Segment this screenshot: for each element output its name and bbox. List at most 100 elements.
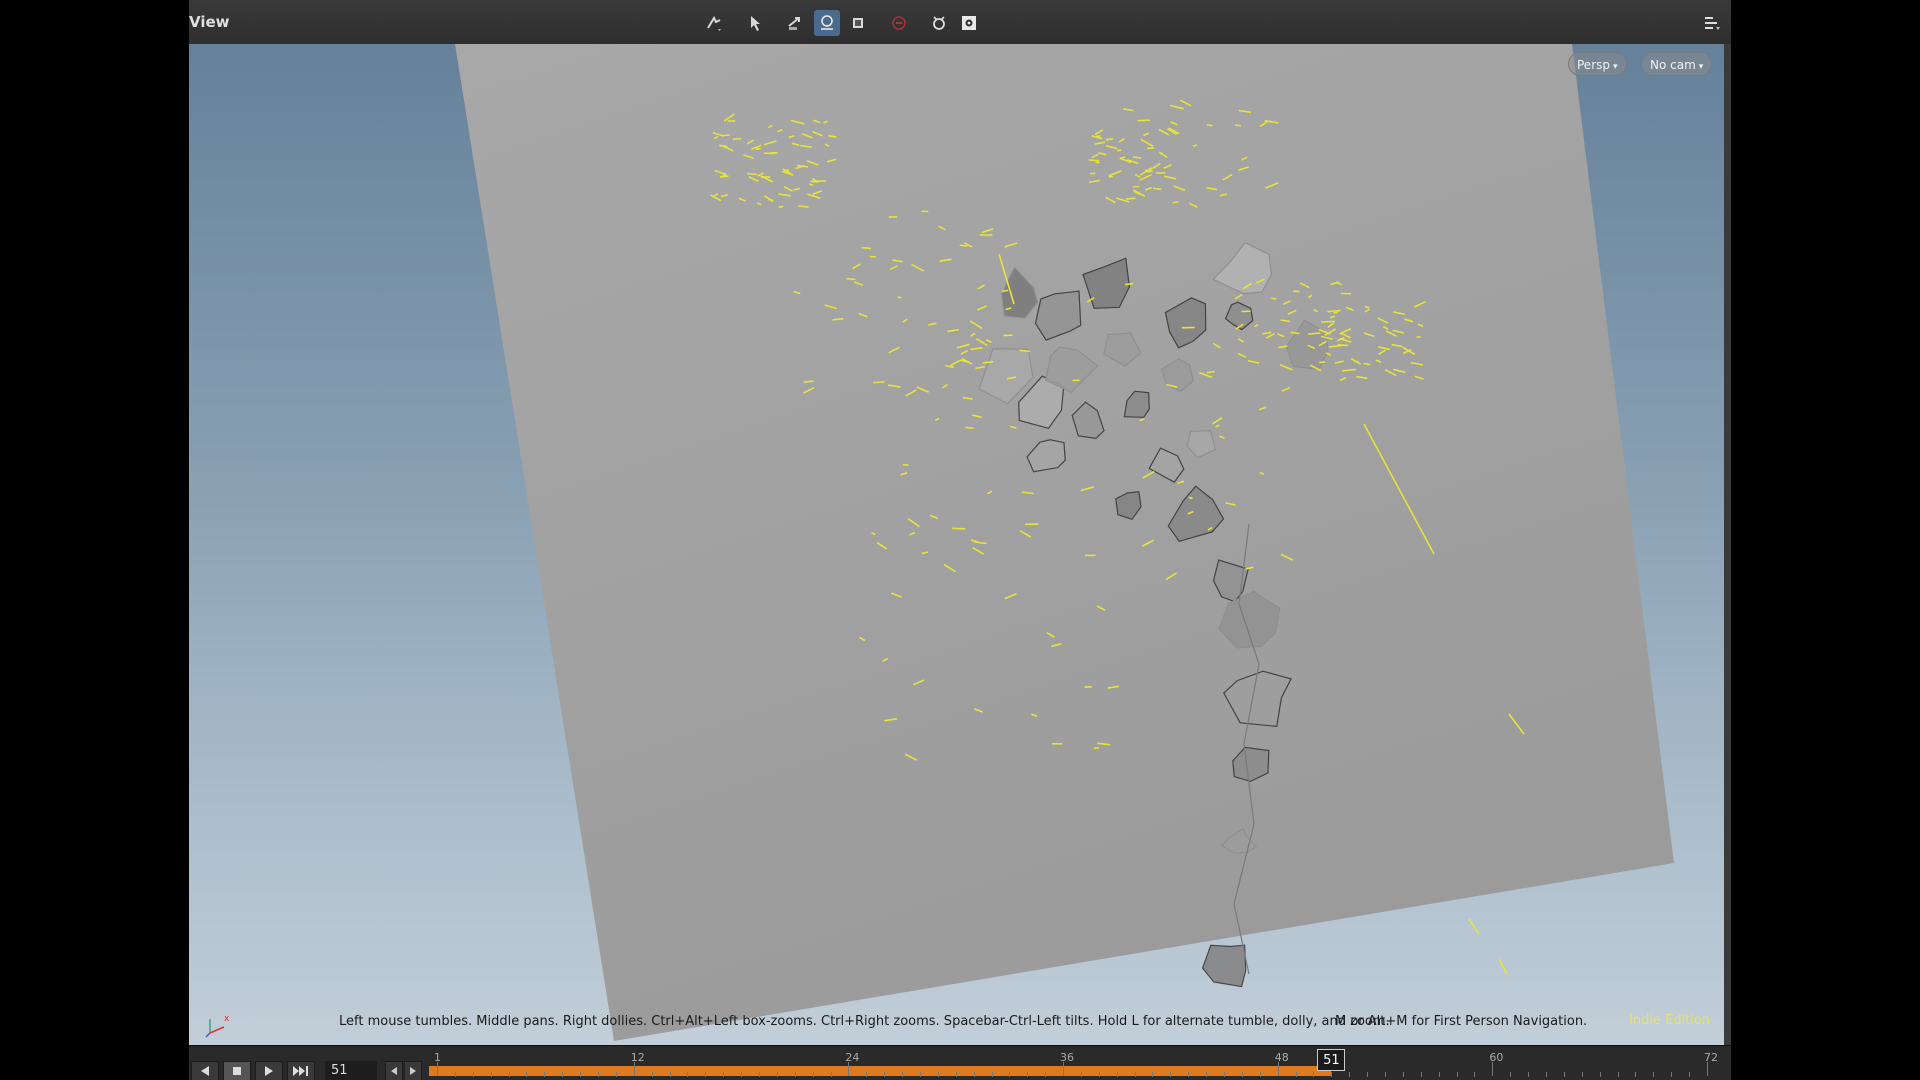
tick-mark xyxy=(508,1072,510,1077)
step-forward-button[interactable] xyxy=(404,1061,422,1080)
3d-viewport[interactable]: Persp ▾ No cam ▾ x Left mouse tumbles. Mid… xyxy=(189,44,1724,1045)
spark-particle xyxy=(1132,185,1139,188)
chevron-down-icon: ▾ xyxy=(1613,62,1618,72)
tick-mark xyxy=(1045,1072,1047,1077)
spark-particle xyxy=(723,134,730,137)
play-reverse-button[interactable] xyxy=(191,1061,219,1080)
svg-text:x: x xyxy=(224,1014,230,1024)
stop-icon[interactable] xyxy=(886,10,912,36)
tick-mark xyxy=(1098,1072,1100,1077)
spark-particle xyxy=(1088,159,1100,162)
tick-mark xyxy=(848,1062,850,1076)
timeline-cursor[interactable]: 51 xyxy=(1317,1049,1346,1071)
stop-button[interactable] xyxy=(223,1061,251,1080)
tick-mark xyxy=(490,1072,492,1077)
spark-particle xyxy=(846,277,856,281)
tick-mark xyxy=(437,1062,438,1076)
tick-mark xyxy=(919,1072,921,1077)
first-person-hint: M or Alt+M for First Person Navigation. xyxy=(1335,1014,1588,1029)
step-back-button[interactable] xyxy=(385,1061,403,1080)
viewport-header: View xyxy=(189,0,1731,45)
spark-particle xyxy=(1206,123,1213,127)
spark-particle xyxy=(798,205,809,208)
spark-particle xyxy=(1468,918,1480,935)
tick-mark xyxy=(1080,1072,1082,1077)
tick-mark xyxy=(633,1062,635,1076)
edition-label: Indie Edition xyxy=(1629,1013,1711,1028)
camera-mode-label: Persp xyxy=(1577,58,1610,72)
tick-mark xyxy=(1671,1072,1673,1077)
tick-mark xyxy=(1474,1072,1476,1077)
render-icon[interactable] xyxy=(926,10,952,36)
play-button[interactable] xyxy=(255,1061,283,1080)
spark-particle xyxy=(1105,138,1114,141)
tick-mark xyxy=(651,1072,653,1077)
spark-particle xyxy=(965,426,974,429)
tick-mark xyxy=(454,1072,456,1077)
tick-mark xyxy=(973,1072,975,1077)
current-frame-field[interactable]: 51 xyxy=(325,1061,377,1080)
spark-particle xyxy=(1125,282,1134,286)
spark-particle xyxy=(959,244,968,247)
tick-mark xyxy=(1259,1072,1261,1077)
tick-mark xyxy=(937,1072,939,1077)
spark-particle xyxy=(746,172,758,176)
spark-particle xyxy=(1364,306,1370,309)
tick-mark xyxy=(580,1072,582,1077)
tick-mark xyxy=(1653,1072,1655,1077)
debris-shard xyxy=(1201,944,1247,988)
display-mode-icon[interactable] xyxy=(845,10,871,36)
spark-particle xyxy=(902,463,909,466)
camera-select-dropdown[interactable]: No cam ▾ xyxy=(1641,52,1713,76)
snap-toggle-icon[interactable] xyxy=(814,10,840,36)
axis-gizmo-icon: x xyxy=(205,1014,230,1038)
tick-mark xyxy=(741,1072,743,1077)
tick-mark xyxy=(1438,1072,1440,1077)
settings-icon[interactable] xyxy=(956,10,982,36)
tick-mark xyxy=(991,1072,993,1077)
spark-particle xyxy=(1093,746,1099,750)
jump-to-end-button[interactable] xyxy=(287,1061,315,1080)
tick-mark xyxy=(1116,1072,1118,1077)
tick-mark xyxy=(472,1072,474,1077)
spark-particle xyxy=(1003,334,1013,337)
navigation-hint: Left mouse tumbles. Middle pans. Right d… xyxy=(339,1014,1390,1029)
tick-mark xyxy=(1134,1072,1136,1077)
playbar: 51 1 12 24 36 48 60 72 51 xyxy=(189,1045,1731,1080)
tick-mark xyxy=(1152,1072,1154,1077)
spark-particle xyxy=(1001,289,1009,293)
tick-mark xyxy=(687,1072,689,1077)
tick-mark xyxy=(1009,1072,1011,1077)
view-options-icon[interactable] xyxy=(1699,10,1725,36)
spark-particle xyxy=(1318,361,1325,364)
spark-particle xyxy=(1133,156,1142,159)
select-tool-icon[interactable] xyxy=(743,10,769,36)
spark-particle xyxy=(1320,320,1335,323)
timeline-ruler[interactable]: 1 12 24 36 48 60 72 51 xyxy=(429,1046,1729,1080)
handle-tool-icon[interactable] xyxy=(701,10,727,36)
tick-mark xyxy=(597,1072,599,1077)
tick-mark xyxy=(705,1072,707,1077)
camera-mode-dropdown[interactable]: Persp ▾ xyxy=(1568,52,1627,76)
tick-mark xyxy=(1027,1072,1029,1077)
tick-mark xyxy=(1188,1072,1190,1077)
spark-particle xyxy=(1271,297,1277,300)
spark-particle xyxy=(719,144,728,148)
transform-tool-icon[interactable] xyxy=(783,10,809,36)
tick-mark xyxy=(1241,1072,1243,1077)
tick-mark xyxy=(1617,1072,1619,1077)
tick-mark xyxy=(902,1072,904,1077)
tick-mark xyxy=(544,1072,546,1077)
tick-mark xyxy=(1295,1072,1297,1077)
tick-mark xyxy=(1402,1072,1404,1077)
tick-mark xyxy=(1707,1062,1708,1076)
tick-mark xyxy=(955,1072,957,1077)
tick-mark xyxy=(1313,1072,1315,1077)
spark-particle xyxy=(952,527,966,530)
viewport-scrollbar[interactable] xyxy=(1724,44,1731,1045)
spark-particle xyxy=(1172,201,1179,204)
tick-mark xyxy=(1349,1072,1351,1077)
ground-plane xyxy=(455,44,1674,1041)
tick-mark xyxy=(1689,1072,1691,1077)
spark-particle xyxy=(1125,197,1136,200)
